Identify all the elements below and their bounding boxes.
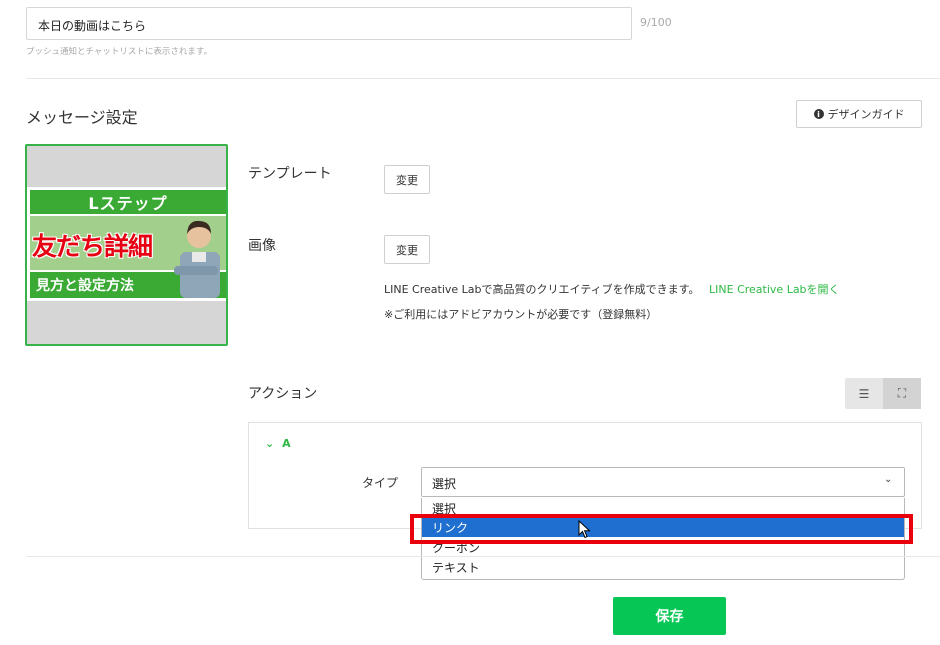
char-counter: 9/100 [640,16,672,29]
mouse-cursor-icon [578,520,591,539]
thumbnail-banner-top: Lステップ [30,190,226,214]
chevron-down-icon: ⌄ [884,474,893,485]
thumbnail-line2: 友だち詳細 [32,232,153,261]
template-change-button[interactable]: 変更 [384,165,430,194]
thumbnail-line3: 見方と設定方法 [36,278,134,294]
type-select[interactable]: 選択 [421,467,905,497]
alt-text-input[interactable]: 本日の動画はこちら [26,7,632,40]
creative-lab-note-text: LINE Creative Labで高品質のクリエイティブを作成できます。 [384,283,700,296]
footer-divider [26,556,940,557]
save-button[interactable]: 保存 [613,597,726,635]
type-label: タイプ [362,476,399,490]
action-label: アクション [248,386,318,402]
design-guide-button[interactable]: i デザインガイド [796,100,922,128]
template-label: テンプレート [248,166,332,182]
section-divider [26,78,940,79]
highlight-box [410,514,913,544]
view-toggle-group: ☰ ⛶ [845,378,922,409]
list-icon[interactable]: ☰ [845,378,883,409]
action-item-header[interactable]: ⌄ A [265,437,291,450]
chevron-down-icon: ⌄ [265,437,275,450]
person-illustration-icon [174,220,220,298]
option-text[interactable]: テキスト [422,557,904,577]
expand-icon[interactable]: ⛶ [883,378,921,409]
creative-lab-note: LINE Creative Labで高品質のクリエイティブを作成できます。 LI… [384,281,840,297]
thumbnail-line1: Lステップ [88,194,168,213]
design-guide-label: デザインガイド [827,108,905,121]
action-item-label: A [282,437,291,450]
adobe-account-note: ※ご利用にはアドビアカウントが必要です（登録無料） [384,308,658,321]
image-change-button[interactable]: 変更 [384,235,430,264]
creative-lab-link[interactable]: LINE Creative Labを開く [709,283,840,296]
message-settings-title: メッセージ設定 [26,108,138,127]
alt-text-hint: プッシュ通知とチャットリストに表示されます。 [26,47,213,57]
image-label: 画像 [248,238,276,254]
info-icon: i [813,109,824,119]
